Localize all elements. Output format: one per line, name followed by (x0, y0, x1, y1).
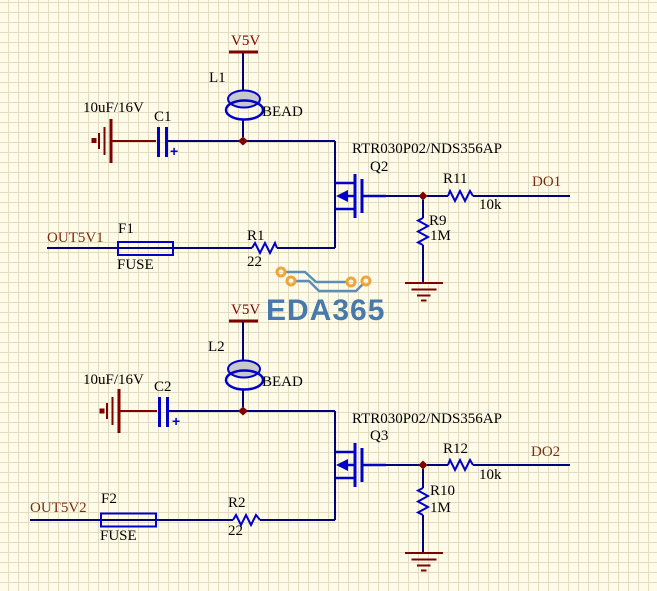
ferrite-bead-l1[interactable] (224, 89, 265, 121)
designator-r10[interactable]: R10 (430, 484, 455, 499)
value-fuse-2[interactable]: FUSE (100, 529, 137, 544)
designator-c1[interactable]: C1 (154, 110, 172, 125)
value-bead-1[interactable]: BEAD (262, 105, 303, 120)
designator-f2[interactable]: F2 (101, 492, 117, 507)
designator-q2[interactable]: Q2 (370, 160, 388, 175)
eda365-watermark-text: EDA365 (266, 294, 386, 327)
designator-r11[interactable]: R11 (443, 172, 467, 187)
resistor-r9[interactable] (415, 217, 431, 246)
designator-l2[interactable]: L2 (208, 340, 225, 355)
value-r12[interactable]: 10k (479, 468, 502, 483)
resistor-r11[interactable] (447, 188, 474, 204)
value-bead-2[interactable]: BEAD (262, 375, 303, 390)
ferrite-bead-l2[interactable] (224, 359, 265, 391)
value-c1[interactable]: 10uF/16V (83, 101, 144, 116)
part-number-q3[interactable]: RTR030P02/NDS356AP (352, 412, 502, 427)
resistor-r1[interactable] (251, 240, 278, 256)
designator-c2[interactable]: C2 (154, 380, 172, 395)
designator-r9[interactable]: R9 (429, 214, 447, 229)
value-r2[interactable]: 22 (228, 524, 243, 539)
power-ground-symbol-1[interactable] (91, 119, 157, 163)
power-label-v5v-1[interactable]: V5V (231, 34, 260, 49)
ground-symbol-2[interactable] (405, 552, 443, 572)
capacitor-c2[interactable] (158, 397, 169, 427)
wires-circuit-1[interactable] (47, 53, 570, 282)
value-r10[interactable]: 1M (430, 501, 451, 516)
capacitor-c1[interactable] (157, 127, 168, 157)
designator-r2[interactable]: R2 (228, 496, 246, 511)
value-r9[interactable]: 1M (430, 229, 451, 244)
designator-r1[interactable]: R1 (247, 229, 265, 244)
value-r11[interactable]: 10k (479, 198, 502, 213)
mosfet-q2[interactable] (336, 174, 386, 218)
resistor-r12[interactable] (447, 457, 474, 473)
net-label-do2[interactable]: DO2 (531, 445, 560, 460)
power-ground-symbol-2[interactable] (99, 389, 158, 433)
value-fuse-1[interactable]: FUSE (117, 258, 154, 273)
power-label-v5v-2[interactable]: V5V (231, 303, 260, 318)
schematic-canvas[interactable]: V5V L1 BEAD 10uF/16V C1 + OUT5V1 F1 FUSE… (0, 0, 657, 591)
part-number-q2[interactable]: RTR030P02/NDS356AP (352, 142, 502, 157)
designator-f1[interactable]: F1 (118, 222, 134, 237)
ground-symbol-1[interactable] (405, 282, 443, 302)
designator-q3[interactable]: Q3 (370, 429, 388, 444)
polarity-mark-c2: + (172, 413, 181, 429)
mosfet-q3[interactable] (336, 443, 386, 487)
net-label-out5v1[interactable]: OUT5V1 (47, 231, 104, 246)
net-label-out5v2[interactable]: OUT5V2 (30, 501, 87, 516)
value-r1[interactable]: 22 (247, 255, 262, 270)
designator-r12[interactable]: R12 (443, 442, 468, 457)
value-c2[interactable]: 10uF/16V (83, 373, 144, 388)
polarity-mark-c1: + (170, 143, 179, 159)
resistor-r10[interactable] (415, 487, 431, 516)
eda365-watermark-traces (275, 266, 372, 293)
designator-l1[interactable]: L1 (209, 71, 226, 86)
wires-circuit-2[interactable] (30, 322, 570, 552)
net-label-do1[interactable]: DO1 (532, 175, 561, 190)
